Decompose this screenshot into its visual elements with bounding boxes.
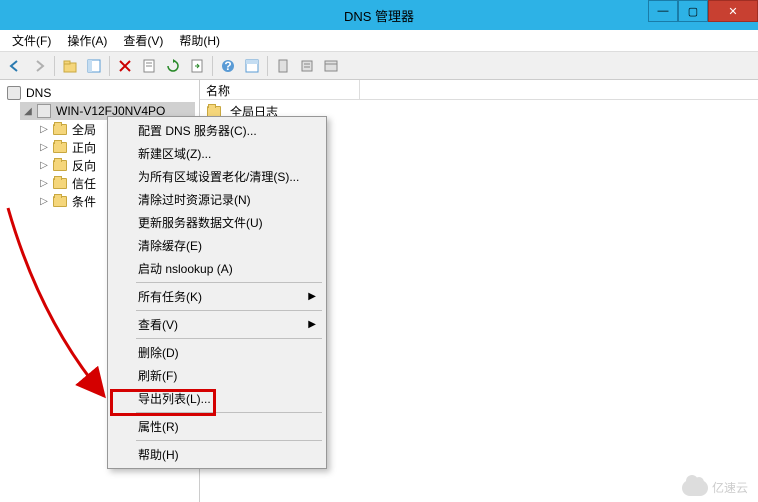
expand-icon[interactable]: ▷	[38, 141, 50, 153]
tree-child-label: 全局	[72, 121, 96, 138]
folder-icon	[52, 193, 68, 209]
menu-bar: 文件(F) 操作(A) 查看(V) 帮助(H)	[0, 30, 758, 52]
ctx-separator	[136, 440, 322, 441]
tree-child-label: 正向	[72, 139, 96, 156]
tree-child-label: 信任	[72, 175, 96, 192]
svg-text:?: ?	[224, 59, 231, 73]
toolbar-separator	[267, 56, 268, 76]
delete-tool-button[interactable]	[114, 55, 136, 77]
tree-child-label: 条件	[72, 193, 96, 210]
tree-root-dns[interactable]: DNS	[4, 84, 195, 102]
ctx-configure-dns[interactable]: 配置 DNS 服务器(C)...	[110, 119, 324, 142]
expand-icon[interactable]: ▷	[38, 195, 50, 207]
tree-child-label: 反向	[72, 157, 96, 174]
column-name[interactable]: 名称	[200, 80, 360, 99]
toolbar: ?	[0, 52, 758, 80]
folder-icon	[52, 157, 68, 173]
submenu-arrow-icon: ▶	[308, 291, 316, 302]
help-tool-button[interactable]: ?	[217, 55, 239, 77]
back-button[interactable]	[4, 55, 26, 77]
expand-icon[interactable]: ▷	[38, 159, 50, 171]
show-hide-button[interactable]	[83, 55, 105, 77]
cloud-icon	[682, 480, 708, 496]
list-header: 名称	[200, 80, 758, 100]
window-title: DNS 管理器	[344, 6, 414, 25]
close-button[interactable]: ✕	[708, 0, 758, 22]
tool-button[interactable]	[272, 55, 294, 77]
watermark: 亿速云	[682, 479, 748, 496]
toolbar-separator	[109, 56, 110, 76]
ctx-help[interactable]: 帮助(H)	[110, 443, 324, 466]
expand-icon[interactable]: ▷	[38, 123, 50, 135]
expand-icon[interactable]: ▷	[38, 177, 50, 189]
ctx-separator	[136, 412, 322, 413]
ctx-nslookup[interactable]: 启动 nslookup (A)	[110, 257, 324, 280]
ctx-update-files[interactable]: 更新服务器数据文件(U)	[110, 211, 324, 234]
ctx-refresh[interactable]: 刷新(F)	[110, 364, 324, 387]
ctx-all-tasks[interactable]: 所有任务(K) ▶	[110, 285, 324, 308]
ctx-label: 所有任务(K)	[138, 288, 202, 305]
folder-icon	[52, 175, 68, 191]
collapse-icon[interactable]: ◢	[22, 105, 34, 117]
context-menu: 配置 DNS 服务器(C)... 新建区域(Z)... 为所有区域设置老化/清理…	[107, 116, 327, 469]
ctx-separator	[136, 310, 322, 311]
export-tool-button[interactable]	[186, 55, 208, 77]
ctx-set-aging[interactable]: 为所有区域设置老化/清理(S)...	[110, 165, 324, 188]
toolbar-separator	[212, 56, 213, 76]
maximize-button[interactable]: ▢	[678, 0, 708, 22]
ctx-label: 查看(V)	[138, 316, 178, 333]
title-bar: DNS 管理器 — ▢ ✕	[0, 0, 758, 30]
menu-help[interactable]: 帮助(H)	[171, 30, 228, 51]
tool-button[interactable]	[296, 55, 318, 77]
refresh-tool-button[interactable]	[162, 55, 184, 77]
toolbar-separator	[54, 56, 55, 76]
tool-button[interactable]	[241, 55, 263, 77]
ctx-separator	[136, 282, 322, 283]
menu-file[interactable]: 文件(F)	[4, 30, 59, 51]
minimize-button[interactable]: —	[648, 0, 678, 22]
window-controls: — ▢ ✕	[648, 0, 758, 22]
up-button[interactable]	[59, 55, 81, 77]
dns-root-icon	[6, 85, 22, 101]
ctx-clear-cache[interactable]: 清除缓存(E)	[110, 234, 324, 257]
ctx-export-list[interactable]: 导出列表(L)...	[110, 387, 324, 410]
tree-root-label: DNS	[26, 86, 51, 100]
watermark-text: 亿速云	[712, 479, 748, 496]
ctx-view[interactable]: 查看(V) ▶	[110, 313, 324, 336]
app-icon	[8, 7, 24, 23]
ctx-scavenge[interactable]: 清除过时资源记录(N)	[110, 188, 324, 211]
menu-view[interactable]: 查看(V)	[115, 30, 171, 51]
forward-button[interactable]	[28, 55, 50, 77]
tool-button[interactable]	[320, 55, 342, 77]
ctx-new-zone[interactable]: 新建区域(Z)...	[110, 142, 324, 165]
menu-action[interactable]: 操作(A)	[59, 30, 115, 51]
submenu-arrow-icon: ▶	[308, 319, 316, 330]
folder-icon	[52, 121, 68, 137]
ctx-properties[interactable]: 属性(R)	[110, 415, 324, 438]
server-icon	[36, 103, 52, 119]
folder-icon	[52, 139, 68, 155]
properties-tool-button[interactable]	[138, 55, 160, 77]
ctx-separator	[136, 338, 322, 339]
ctx-delete[interactable]: 删除(D)	[110, 341, 324, 364]
